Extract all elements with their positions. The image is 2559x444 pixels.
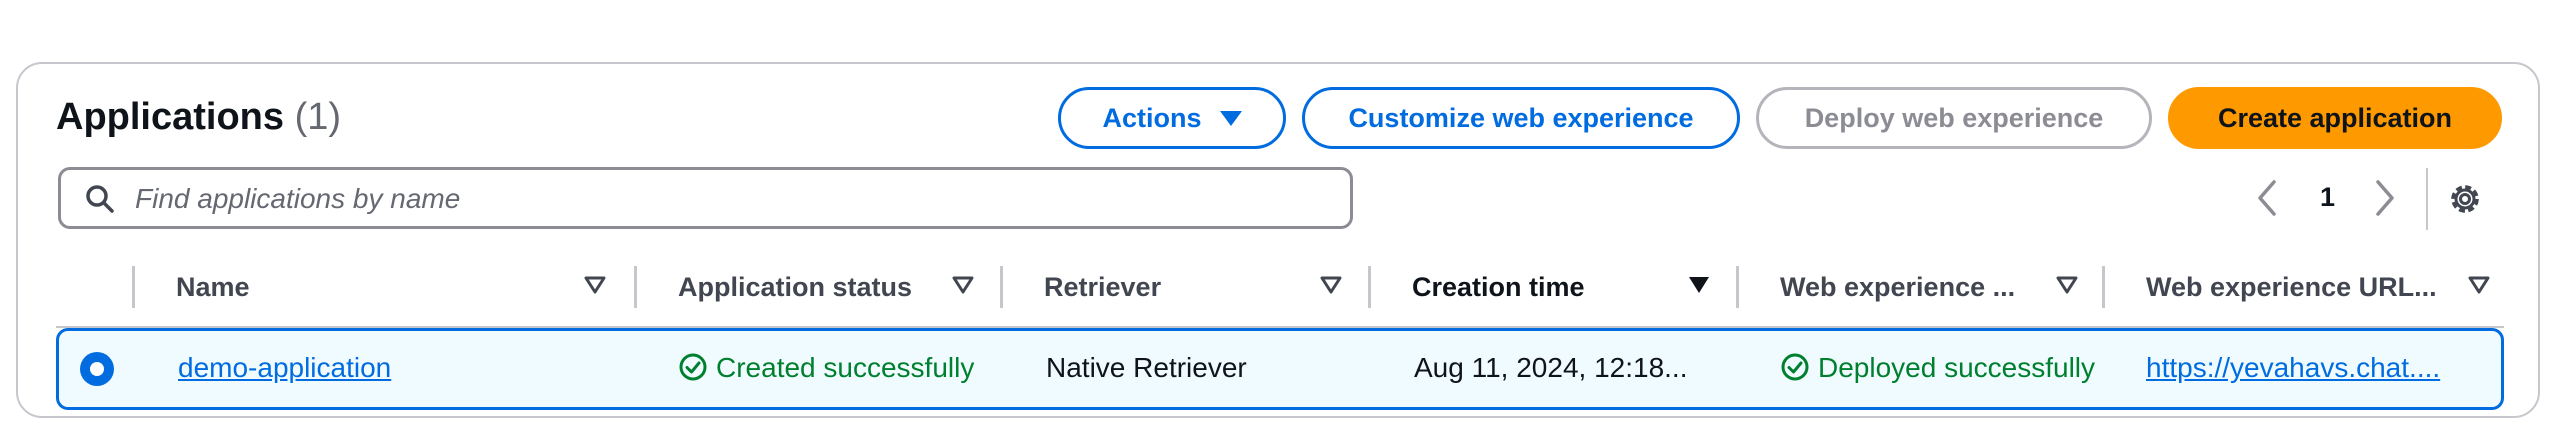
title-text: Applications xyxy=(56,96,285,138)
chevron-left-icon[interactable] xyxy=(2256,178,2280,223)
sort-icon[interactable] xyxy=(952,276,974,299)
deploy-web-experience-button[interactable]: Deploy web experience xyxy=(1756,87,2152,149)
page-title: Applications (1) xyxy=(56,96,341,139)
column-divider xyxy=(1000,266,1003,308)
customize-web-experience-button[interactable]: Customize web experience xyxy=(1302,87,1740,149)
chevron-right-icon[interactable] xyxy=(2372,178,2396,223)
pagination-divider xyxy=(2426,168,2428,230)
actions-button-label: Actions xyxy=(1102,102,1202,133)
column-header-creation-time[interactable]: Creation time xyxy=(1412,272,1585,303)
application-status-text: Created successfully xyxy=(716,352,975,383)
column-divider xyxy=(1736,266,1739,308)
column-divider xyxy=(1368,266,1371,308)
sort-icon[interactable] xyxy=(2468,276,2490,299)
search-input[interactable] xyxy=(133,170,1337,228)
create-button-label: Create application xyxy=(2217,102,2453,133)
caret-down-icon xyxy=(1219,110,1242,126)
actions-button[interactable]: Actions xyxy=(1058,87,1286,149)
web-experience-status-text: Deployed successfully xyxy=(1818,352,2096,383)
settings-gear-icon[interactable] xyxy=(2446,180,2484,223)
table-row[interactable] xyxy=(56,328,2504,410)
create-application-button[interactable]: Create application xyxy=(2168,87,2502,149)
application-name-link[interactable]: demo-application xyxy=(178,352,391,384)
check-circle-icon xyxy=(678,352,708,389)
column-divider xyxy=(2102,266,2105,308)
current-page-number[interactable]: 1 xyxy=(2320,182,2335,213)
application-status-cell: Created successfully xyxy=(678,352,974,389)
column-divider xyxy=(634,266,637,308)
check-circle-icon xyxy=(1780,352,1810,389)
column-header-name[interactable]: Name xyxy=(176,272,250,303)
deploy-button-label: Deploy web experience xyxy=(1804,102,2104,133)
sort-descending-icon[interactable] xyxy=(1688,276,1710,299)
search-icon xyxy=(85,184,115,219)
title-count: (1) xyxy=(294,96,342,138)
retriever-cell: Native Retriever xyxy=(1046,352,1247,383)
column-header-application-status[interactable]: Application status xyxy=(678,272,912,303)
web-experience-status-cell: Deployed successfully xyxy=(1780,352,2095,389)
customize-button-label: Customize web experience xyxy=(1348,102,1694,133)
column-divider xyxy=(132,266,135,308)
sort-icon[interactable] xyxy=(584,276,606,299)
row-select-radio[interactable] xyxy=(80,352,114,386)
sort-icon[interactable] xyxy=(2056,276,2078,299)
search-field[interactable] xyxy=(58,167,1353,229)
sort-icon[interactable] xyxy=(1320,276,1342,299)
web-experience-url-link[interactable]: https://yevahavs.chat.... xyxy=(2146,352,2440,384)
column-header-web-experience-status[interactable]: Web experience ... xyxy=(1780,272,2015,303)
column-header-retriever[interactable]: Retriever xyxy=(1044,272,1161,303)
creation-time-cell: Aug 11, 2024, 12:18... xyxy=(1414,352,1688,383)
column-header-web-experience-url[interactable]: Web experience URL... xyxy=(2146,272,2437,303)
